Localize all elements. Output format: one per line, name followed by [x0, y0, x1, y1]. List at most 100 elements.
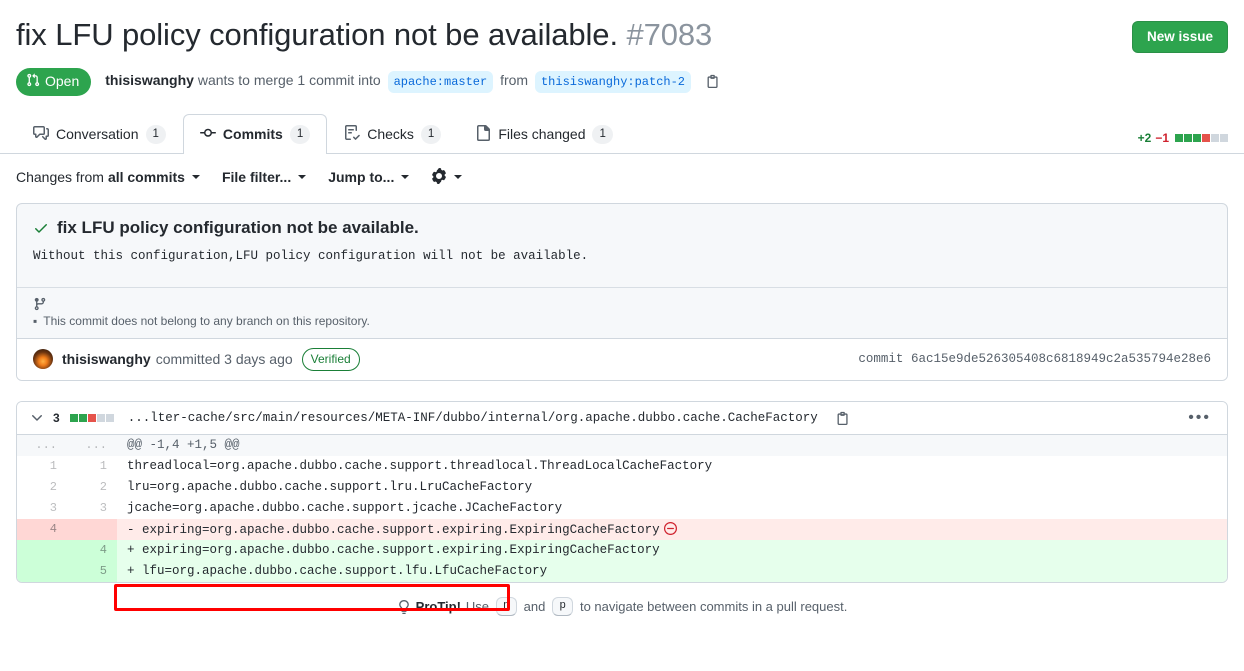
protip-label: ProTip! [415, 599, 461, 615]
protip-text-2: and [523, 599, 546, 615]
file-filter-dropdown[interactable]: File filter... [222, 169, 307, 185]
protip-key-n: n [496, 596, 517, 617]
pr-author[interactable]: thisiswanghy [105, 72, 194, 88]
tab-conversation-label: Conversation [56, 126, 139, 143]
diff-code-text: - expiring=org.apache.dubbo.cache.suppor… [127, 522, 660, 537]
tab-checks-count: 1 [420, 124, 442, 144]
diff-code-line: threadlocal=org.apache.dubbo.cache.suppo… [117, 455, 1227, 477]
tab-conversation[interactable]: Conversation 1 [16, 114, 183, 154]
tab-files-changed-label: Files changed [498, 126, 586, 143]
diff-old-line-number: 3 [17, 497, 67, 519]
diff-old-line-number [17, 560, 67, 582]
diff-old-line-number: ... [17, 434, 67, 456]
table-row: 5 + lfu=org.apache.dubbo.cache.support.l… [17, 560, 1227, 582]
comment-discussion-icon [33, 125, 49, 144]
avatar [33, 349, 53, 370]
diff-new-line-number: 4 [67, 539, 117, 561]
table-row: 3 3 jcache=org.apache.dubbo.cache.suppor… [17, 497, 1227, 519]
changes-from-filter[interactable]: Changes from all commits [16, 169, 200, 185]
diff-new-line-number [67, 518, 117, 540]
file-diffstat-blocks [69, 413, 114, 422]
tab-commits[interactable]: Commits 1 [182, 113, 328, 154]
table-row: 1 1 threadlocal=org.apache.dubbo.cache.s… [17, 455, 1227, 477]
diffstat-deletions: −1 [1155, 130, 1169, 145]
from-label: from [500, 71, 529, 88]
file-change-count: 3 [53, 410, 60, 425]
pr-diffstat: +2 −1 [1138, 131, 1228, 145]
file-diff-card: 3 ...lter-cache/src/main/resources/META-… [16, 400, 1228, 583]
commit-title-row: fix LFU policy configuration not be avai… [33, 218, 1211, 238]
diff-old-line-number: 2 [17, 476, 67, 498]
commit-title[interactable]: fix LFU policy configuration not be avai… [57, 218, 419, 238]
commit-author[interactable]: thisiswanghy [62, 351, 151, 367]
merge-text: wants to merge 1 commit into [197, 71, 381, 88]
diff-toolbar: Changes from all commits File filter... … [0, 154, 1244, 197]
commit-footer: thisiswanghy committed 3 days ago Verifi… [17, 337, 1227, 380]
status-badge: Open [16, 67, 92, 96]
kebab-menu-icon[interactable]: ••• [1184, 409, 1215, 426]
diff-old-line-number: 4 [17, 518, 67, 540]
tab-files-changed[interactable]: Files changed 1 [458, 114, 630, 154]
diff-code-line: @@ -1,4 +1,5 @@ [117, 434, 1227, 456]
tab-checks[interactable]: Checks 1 [327, 114, 458, 154]
copy-branch-icon[interactable] [706, 74, 720, 88]
lightbulb-icon [397, 599, 411, 614]
diff-table: ... ... @@ -1,4 +1,5 @@ 1 1 threadlocal=… [17, 434, 1227, 582]
jump-to-dropdown[interactable]: Jump to... [328, 169, 410, 186]
pr-header: fix LFU policy configuration not be avai… [0, 0, 1244, 96]
git-branch-icon [33, 297, 1211, 311]
table-row: 2 2 lru=org.apache.dubbo.cache.support.l… [17, 476, 1227, 498]
new-issue-button[interactable]: New issue [1131, 21, 1228, 53]
tab-files-changed-count: 1 [592, 124, 613, 144]
diff-new-line-number: ... [67, 434, 117, 456]
diff-settings-button[interactable] [431, 167, 463, 187]
protip-footer: ProTip! Use n and p to navigate between … [0, 596, 1244, 617]
chevron-down-icon [401, 175, 410, 180]
commit-description: Without this configuration,LFU policy co… [33, 248, 589, 263]
file-diff-header: 3 ...lter-cache/src/main/resources/META-… [17, 401, 1227, 435]
commit-branch-note: ▪ This commit does not belong to any bra… [33, 314, 1211, 328]
diff-new-line-number: 3 [67, 497, 117, 519]
commit-card-body: fix LFU policy configuration not be avai… [17, 204, 1227, 275]
diff-new-line-number: 2 [67, 476, 117, 498]
tab-commits-label: Commits [222, 126, 283, 143]
pr-number: #7083 [626, 17, 713, 52]
diff-new-line-number: 1 [67, 455, 117, 477]
verified-badge[interactable]: Verified [301, 347, 360, 371]
copy-path-icon[interactable] [836, 411, 850, 425]
head-branch-label[interactable]: thisiswanghy:patch-2 [534, 70, 692, 93]
pr-tab-navigation: Conversation 1 Commits 1 Checks 1 Files … [0, 113, 1244, 154]
commit-timestamp: committed 3 days ago [155, 351, 293, 368]
protip-key-p: p [552, 596, 573, 617]
check-icon [33, 220, 49, 236]
diffstat-additions: +2 [1137, 130, 1152, 145]
commit-branch-note-text: This commit does not belong to any branc… [43, 313, 370, 328]
diff-code-line-added: + lfu=org.apache.dubbo.cache.support.lfu… [117, 560, 1227, 582]
chevron-down-icon [191, 175, 200, 180]
tab-commits-count: 1 [289, 124, 311, 144]
diff-code-line: jcache=org.apache.dubbo.cache.support.jc… [117, 497, 1227, 519]
base-branch-label[interactable]: apache:master [387, 70, 494, 93]
commit-sha-value[interactable]: 6ac15e9de526305408c6818949c2a535794e28e6 [911, 352, 1211, 366]
changes-from-prefix: Changes from [16, 169, 104, 186]
table-row: 4 - expiring=org.apache.dubbo.cache.supp… [17, 518, 1227, 540]
git-pull-request-icon [26, 73, 40, 91]
file-path[interactable]: ...lter-cache/src/main/resources/META-IN… [128, 411, 818, 425]
status-badge-label: Open [45, 73, 80, 90]
diff-old-line-number [17, 539, 67, 561]
tab-conversation-count: 1 [145, 124, 166, 144]
gear-icon [431, 167, 447, 187]
commit-card: fix LFU policy configuration not be avai… [16, 202, 1228, 381]
bullet-icon: ▪ [33, 313, 38, 328]
git-commit-icon [199, 125, 216, 144]
chevron-down-icon [454, 175, 463, 180]
merge-description: thisiswanghy wants to merge 1 commit int… [105, 70, 720, 93]
pr-title-text: fix LFU policy configuration not be avai… [16, 17, 618, 52]
pr-title-row: fix LFU policy configuration not be avai… [16, 16, 1228, 55]
jump-to-label: Jump to... [328, 169, 395, 186]
chevron-down-icon[interactable] [29, 410, 45, 426]
chevron-down-icon [298, 175, 307, 180]
diff-code-line-deleted: - expiring=org.apache.dubbo.cache.suppor… [117, 518, 1227, 540]
checklist-icon [344, 124, 360, 144]
diff-code-line-added: + expiring=org.apache.dubbo.cache.suppor… [117, 539, 1227, 561]
